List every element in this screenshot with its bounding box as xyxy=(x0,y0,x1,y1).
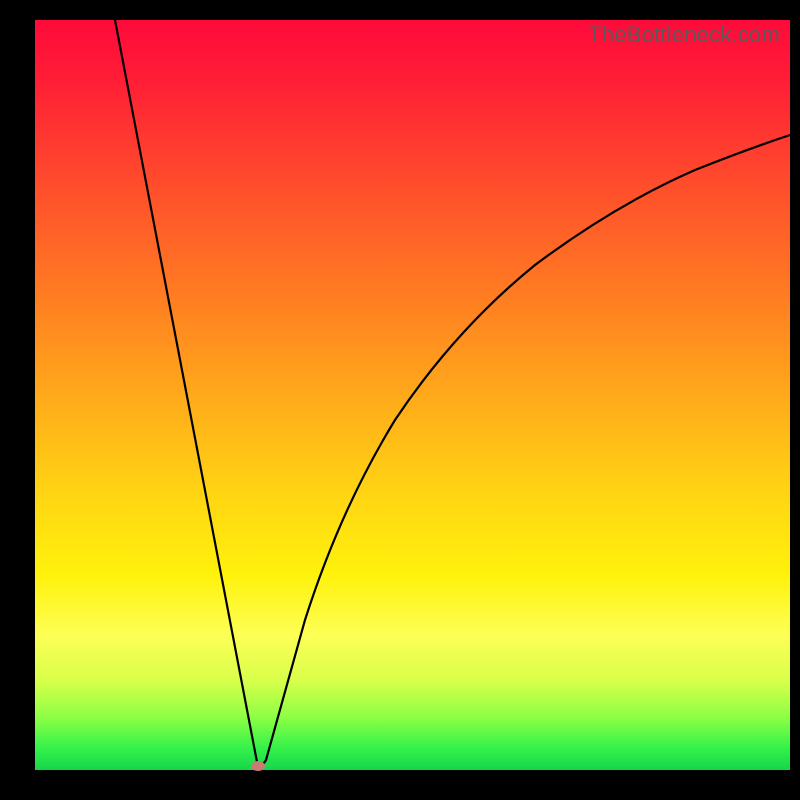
bottleneck-curve xyxy=(35,20,790,770)
optimum-marker xyxy=(251,761,265,771)
curve-path xyxy=(115,20,790,766)
chart-frame: TheBottleneck.com xyxy=(0,0,800,800)
plot-area: TheBottleneck.com xyxy=(35,20,790,770)
